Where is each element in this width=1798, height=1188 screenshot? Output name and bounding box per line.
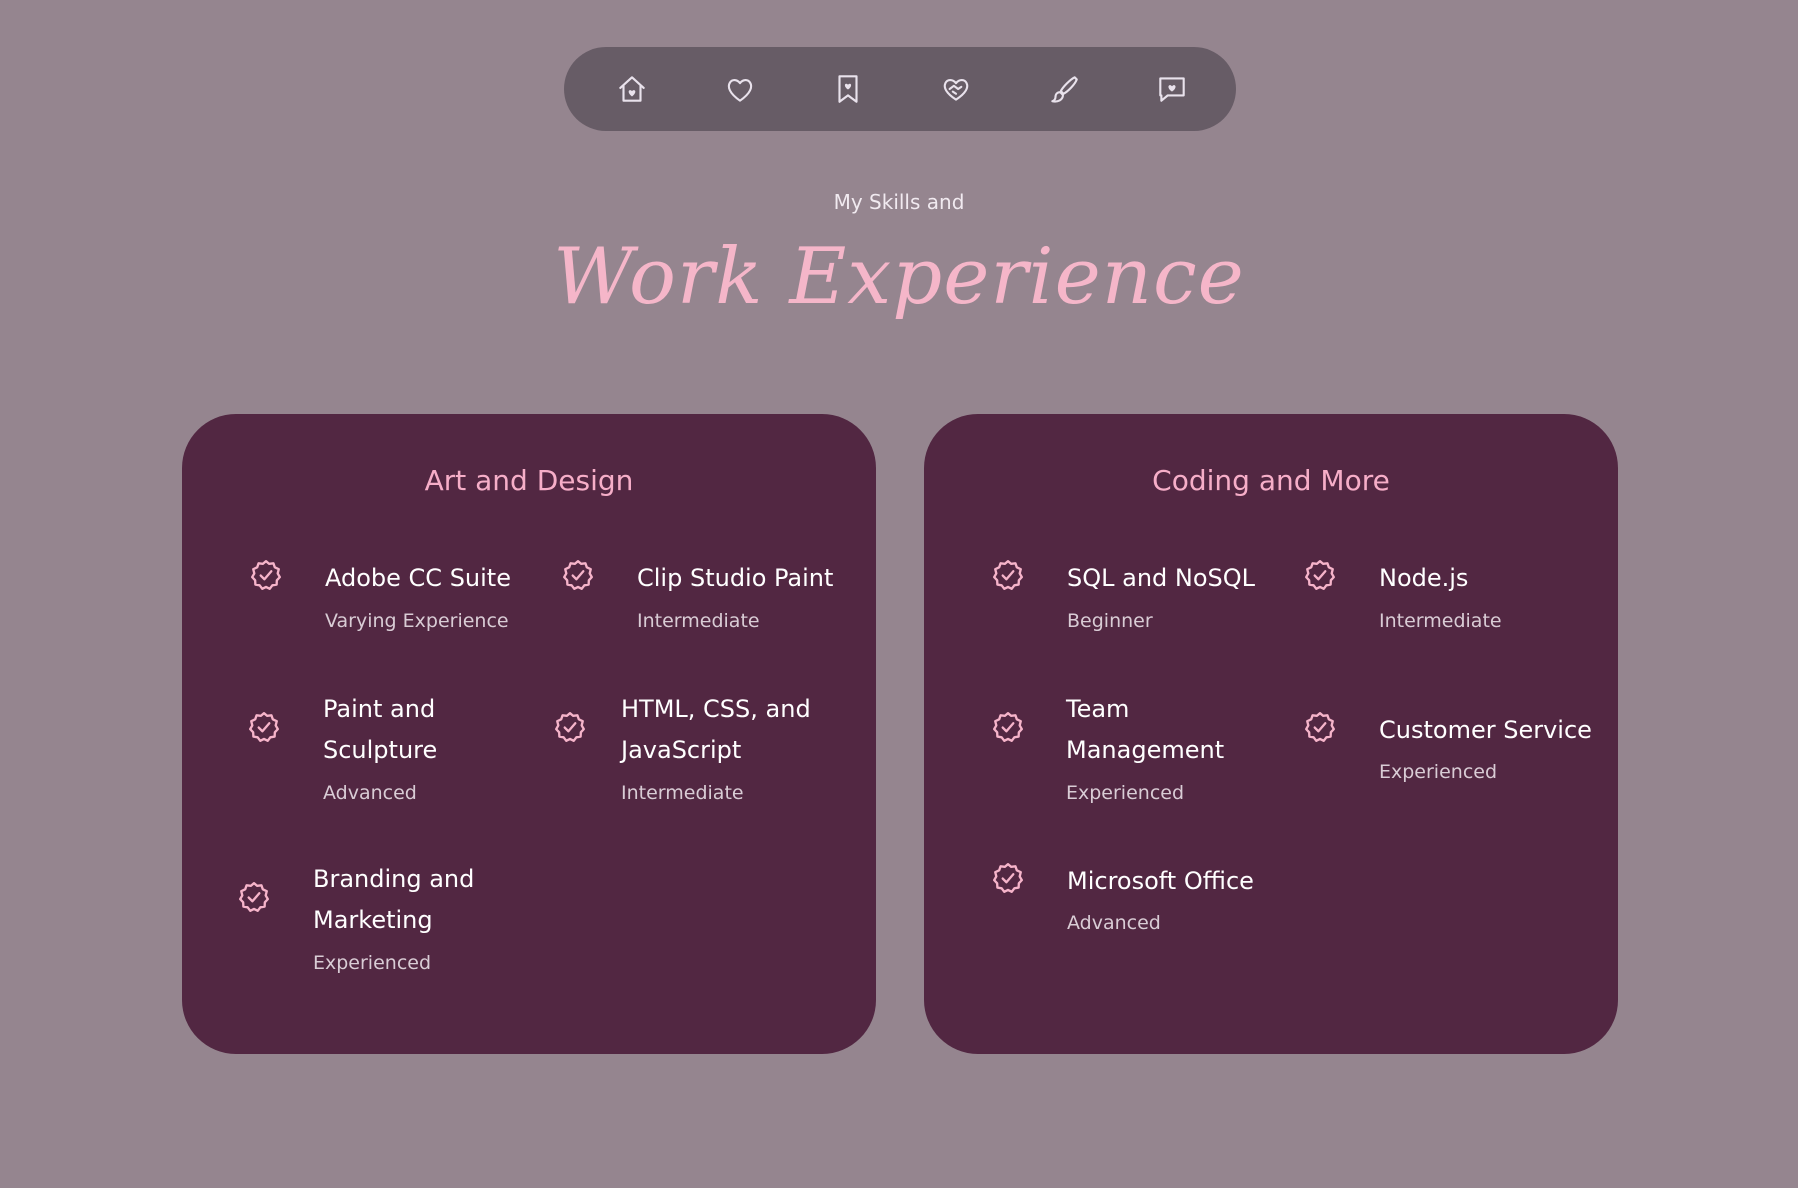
badge-check-icon xyxy=(249,558,283,592)
skill-name: Clip Studio Paint xyxy=(637,564,834,592)
skill-level: Intermediate xyxy=(621,782,744,804)
skills-card-art-design: Art and Design Adobe CC Suite Varying Ex… xyxy=(182,414,876,1054)
section-eyebrow: My Skills and xyxy=(833,190,965,214)
skill-name: Microsoft Office xyxy=(1067,867,1254,895)
skill-name: SQL and NoSQL xyxy=(1067,564,1256,592)
badge-check-icon xyxy=(1303,558,1337,592)
skill-name-line: Sculpture xyxy=(323,736,438,764)
badge-check-icon xyxy=(553,710,587,744)
bookmark-heart-icon xyxy=(838,75,858,103)
section-title: Work Experience xyxy=(553,232,1245,322)
badge-check-icon xyxy=(991,710,1025,744)
nav-favorites-button[interactable] xyxy=(718,67,762,111)
skill-level: Advanced xyxy=(1067,912,1161,934)
skill-level: Experienced xyxy=(1066,782,1185,804)
skill-level: Varying Experience xyxy=(325,610,509,632)
skill-level: Advanced xyxy=(323,782,417,804)
badge-check-icon xyxy=(247,710,281,744)
brush-icon xyxy=(1051,76,1078,103)
badge-check-icon xyxy=(237,880,271,914)
message-heart-icon xyxy=(1159,77,1185,102)
top-nav xyxy=(564,47,1236,131)
badge-check-icon xyxy=(991,861,1025,895)
nav-collaborate-button[interactable] xyxy=(934,67,978,111)
skill-level: Beginner xyxy=(1067,610,1153,632)
nav-art-button[interactable] xyxy=(1042,67,1086,111)
skill-name: Node.js xyxy=(1379,564,1469,592)
nav-bookmark-button[interactable] xyxy=(826,67,870,111)
skill-level: Experienced xyxy=(313,952,432,974)
skill-name-line: JavaScript xyxy=(621,736,742,764)
handshake-heart-icon xyxy=(943,78,969,101)
badge-check-icon xyxy=(561,558,595,592)
skill-name-line: Branding and xyxy=(313,865,475,893)
skill-level: Experienced xyxy=(1379,761,1498,783)
skills-card-coding: Coding and More SQL and NoSQL Beginner N… xyxy=(924,414,1618,1054)
skill-name-line: Marketing xyxy=(313,906,433,934)
skill-name: Adobe CC Suite xyxy=(325,564,511,592)
skill-level: Intermediate xyxy=(1379,610,1502,632)
skill-name: Customer Service xyxy=(1379,716,1592,744)
nav-contact-button[interactable] xyxy=(1150,67,1194,111)
badge-check-icon xyxy=(991,558,1025,592)
skill-name-line: Team xyxy=(1066,695,1130,723)
card-title: Art and Design xyxy=(424,464,634,497)
skill-name-line: Management xyxy=(1066,736,1225,764)
heart-icon xyxy=(727,79,753,102)
home-heart-icon xyxy=(619,76,645,102)
card-title: Coding and More xyxy=(1152,464,1390,497)
nav-home-button[interactable] xyxy=(610,67,654,111)
skill-name-line: HTML, CSS, and xyxy=(621,695,811,723)
skill-name-line: Paint and xyxy=(323,695,436,723)
badge-check-icon xyxy=(1303,710,1337,744)
skill-level: Intermediate xyxy=(637,610,760,632)
